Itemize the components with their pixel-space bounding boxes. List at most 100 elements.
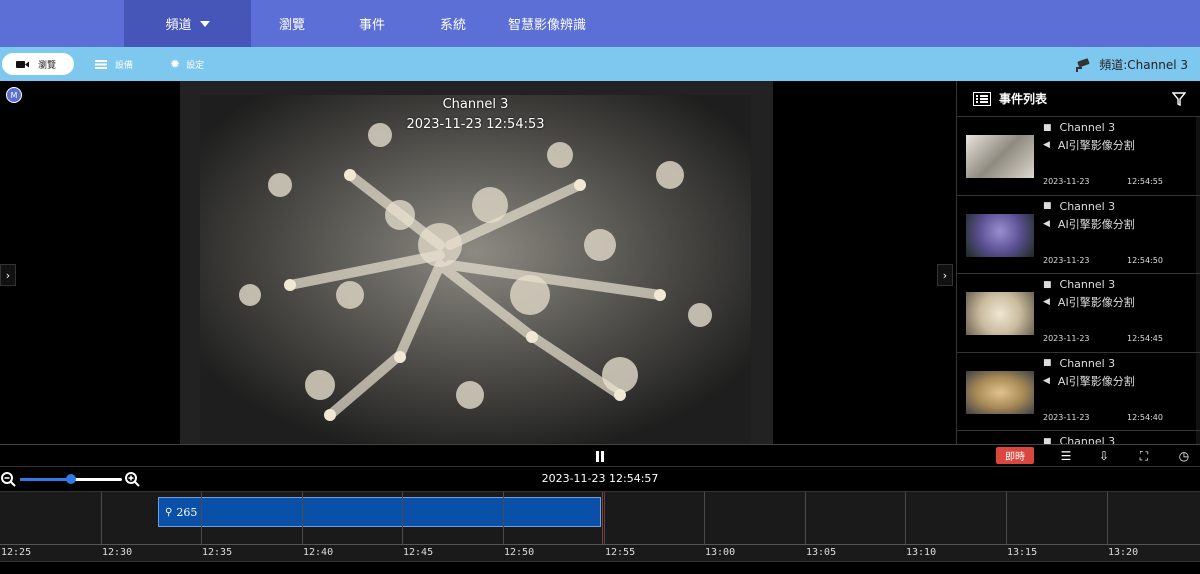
chevron-right-icon: › (5, 268, 11, 282)
top-navigation: 頻道 瀏覽 事件 系統 智慧影像辨識 (0, 0, 1200, 47)
timeline-gridline (402, 492, 403, 544)
device-tab[interactable]: 設備 (95, 53, 133, 75)
filter-icon[interactable] (1172, 92, 1186, 106)
event-item[interactable]: ■ Channel 3 ◀ AI引擎影像分割 2023-11-23 12:54:45 (957, 274, 1200, 353)
live-button[interactable]: 即時 (996, 447, 1034, 464)
event-item[interactable]: ■ Channel 3 ◀ AI引擎影像分割 2023-11-23 12:54:55 (957, 117, 1200, 196)
event-list-panel: 事件列表 ■ Channel 3 ◀ AI引擎影像分割 2023-11-23 12:… (956, 81, 1200, 444)
fullscreen-icon: ⛶ (1139, 448, 1149, 463)
event-type: ◀ AI引擎影像分割 (1043, 373, 1135, 389)
video-camera-icon: ■ (1043, 122, 1052, 133)
video-camera-icon: ■ (1043, 436, 1052, 445)
fullscreen-button[interactable]: ⛶ (1135, 447, 1153, 465)
timeline-gridline (101, 492, 102, 544)
timeline-current-time: 2023-11-23 12:54:57 (541, 472, 659, 485)
nav-item-label: 智慧影像辨識 (507, 18, 586, 33)
pause-button[interactable] (591, 447, 609, 465)
recording-segment-label: 265 (176, 505, 198, 519)
event-thumbnail (966, 370, 1034, 414)
expand-left-button[interactable]: › (0, 264, 16, 286)
timeline-baseline (0, 544, 1200, 545)
event-list-title: 事件列表 (999, 92, 1048, 106)
timeline-tick-label: 13:00 (705, 547, 736, 558)
timeline-tick-label: 13:05 (806, 547, 837, 558)
nav-item-browse[interactable]: 瀏覽 (251, 0, 333, 47)
timeline[interactable]: ⚲ 265 12:25 12:30 12:35 12:40 12:45 12:50 12:5… (0, 491, 1200, 561)
event-thumbnail (966, 292, 1034, 335)
gear-icon: ✹ (170, 57, 181, 71)
event-date: 2023-11-23 (1043, 255, 1090, 265)
clock-icon: ◷ (1178, 449, 1190, 463)
video-camera-icon: ■ (1043, 279, 1052, 290)
event-channel: ■ Channel 3 (1043, 357, 1115, 370)
expand-right-button[interactable]: › (937, 264, 953, 286)
recording-segment[interactable]: ⚲ 265 (158, 497, 601, 527)
video-feed-image: Channel 3 2023-11-23 12:54:53 (200, 95, 751, 444)
pause-icon (596, 450, 604, 462)
clock-button[interactable]: ◷ (1175, 447, 1193, 465)
mode-badge[interactable]: M (6, 87, 22, 103)
timeline-tick-label: 12:50 (504, 547, 535, 558)
event-type-label: AI引擎影像分割 (1057, 374, 1135, 388)
timeline-gridline (1006, 492, 1007, 544)
timeline-gridline (604, 492, 605, 544)
nav-item-channel[interactable]: 頻道 (124, 0, 251, 47)
speaker-icon: ◀ (1043, 375, 1050, 386)
event-list-header: 事件列表 (957, 81, 1200, 117)
nav-item-system[interactable]: 系統 (411, 0, 495, 47)
timeline-tick-label: 13:20 (1108, 547, 1139, 558)
video-camera-icon: ■ (1043, 358, 1052, 368)
event-item[interactable]: ■ Channel 3 (957, 431, 1200, 444)
event-channel-label: Channel 3 (1059, 199, 1116, 213)
video-player[interactable]: Channel 3 2023-11-23 12:54:53 (180, 81, 773, 444)
timeline-tick-label: 12:30 (102, 547, 133, 558)
event-channel-label: Channel 3 (1059, 356, 1116, 370)
nav-item-label: 頻道 (165, 18, 192, 33)
event-channel: ■ Channel 3 (1043, 200, 1115, 213)
event-type: ◀ AI引擎影像分割 (1043, 137, 1135, 153)
timeline-gridline (503, 492, 504, 544)
timeline-tick-label: 13:15 (1007, 547, 1038, 558)
timeline-gridline (201, 492, 202, 544)
timeline-gridline (1107, 492, 1108, 544)
timeline-tick-label: 12:55 (605, 547, 636, 558)
nav-item-smart-recognition[interactable]: 智慧影像辨識 (495, 0, 599, 47)
timeline-gridline (704, 492, 705, 544)
list-view-button[interactable]: ☰ (1057, 447, 1075, 465)
browse-tab[interactable]: 瀏覽 (2, 53, 74, 75)
timeline-gridline (905, 492, 906, 544)
speaker-icon: ◀ (1043, 140, 1050, 150)
timeline-zoom-bar: 2023-11-23 12:54:57 (0, 466, 1200, 491)
event-date: 2023-11-23 (1043, 412, 1090, 422)
event-channel-label: Channel 3 (1059, 278, 1116, 291)
timeline-tick-label: 12:40 (303, 547, 334, 558)
browse-tab-label: 瀏覽 (38, 60, 57, 71)
cloud-download-icon: ⇩ (1098, 449, 1110, 463)
coral-image (200, 95, 751, 444)
settings-tab-label: 設定 (186, 60, 205, 71)
event-time: 12:54:40 (1127, 412, 1163, 422)
event-type-label: AI引擎影像分割 (1057, 139, 1135, 152)
event-time: 12:54:55 (1127, 177, 1163, 186)
settings-tab[interactable]: ✹ 設定 (170, 53, 204, 75)
download-button[interactable]: ⇩ (1095, 447, 1113, 465)
event-type: ◀ AI引擎影像分割 (1043, 216, 1135, 232)
sub-toolbar: 瀏覽 設備 ✹ 設定 頻道:Channel 3 (0, 47, 1200, 81)
list-icon: ☰ (1060, 449, 1072, 463)
playback-controls: 即時 ☰ ⇩ ⛶ ◷ (0, 444, 1200, 466)
current-channel-label: 頻道:Channel 3 (1099, 58, 1188, 72)
overlay-timestamp: 2023-11-23 12:54:53 (406, 117, 545, 132)
event-item[interactable]: ■ Channel 3 ◀ AI引擎影像分割 2023-11-23 12:54:40 (957, 353, 1200, 431)
event-item[interactable]: ■ Channel 3 ◀ AI引擎影像分割 2023-11-23 12:54:50 (957, 196, 1200, 274)
overlay-channel-name: Channel 3 (442, 97, 509, 112)
event-channel: ■ Channel 3 (1043, 435, 1115, 444)
nav-item-events[interactable]: 事件 (333, 0, 411, 47)
nav-item-label: 系統 (439, 18, 466, 33)
list-icon (973, 91, 991, 106)
nav-item-label: 事件 (358, 18, 385, 33)
current-channel: 頻道:Channel 3 (1075, 56, 1188, 73)
event-channel: ■ Channel 3 (1043, 278, 1115, 291)
chevron-down-icon (199, 20, 210, 27)
timeline-tick-label: 13:10 (906, 547, 937, 558)
